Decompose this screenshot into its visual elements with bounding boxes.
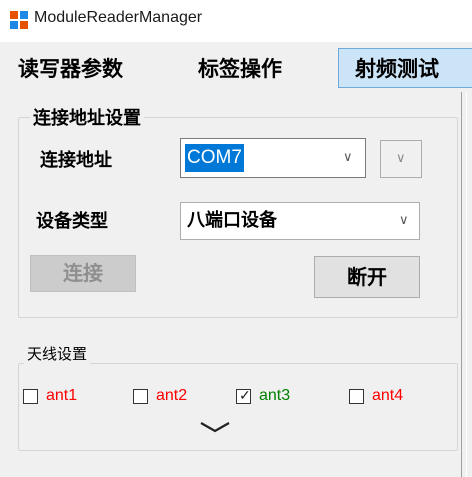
device-type-label: 设备类型 (36, 211, 108, 232)
window-title: ModuleReaderManager (34, 9, 203, 26)
tab-reader-params[interactable]: 读写器参数 (18, 48, 186, 90)
panel-divider-highlight (466, 92, 467, 477)
title-bar: ModuleReaderManager (0, 0, 472, 42)
device-type-value[interactable]: 八端口设备 (187, 209, 277, 233)
chevron-down-icon[interactable]: ∨ (396, 151, 406, 166)
checkmark-icon: ✓ (239, 387, 251, 403)
connect-button[interactable]: 连接 (30, 255, 136, 292)
device-type-combobox[interactable]: 八端口设备 ∨ (180, 202, 420, 240)
connection-group-title: 连接地址设置 (30, 104, 144, 130)
chevron-down-icon[interactable]: ∨ (399, 213, 409, 228)
panel-divider (461, 92, 462, 477)
checkbox-box[interactable] (133, 389, 148, 404)
antenna-label[interactable]: ant4 (372, 387, 403, 405)
antenna-group (18, 363, 458, 451)
disconnect-button[interactable]: 断开 (314, 256, 420, 298)
address-label: 连接地址 (40, 150, 112, 171)
checkbox-box[interactable] (23, 389, 38, 404)
secondary-dropdown[interactable]: ∨ (380, 140, 422, 178)
tab-rf-test[interactable]: 射频测试 (338, 48, 472, 88)
app-icon (10, 11, 28, 29)
antenna-label[interactable]: ant1 (46, 387, 77, 405)
tab-tag-operations[interactable]: 标签操作 (198, 48, 332, 90)
antenna-label[interactable]: ant2 (156, 387, 187, 405)
checkbox-box[interactable] (349, 389, 364, 404)
chevron-down-icon[interactable] (199, 420, 231, 434)
checkbox-box[interactable]: ✓ (236, 387, 251, 404)
address-value[interactable]: COM7 (185, 144, 244, 172)
antenna-label[interactable]: ant3 (259, 387, 290, 405)
chevron-down-icon[interactable]: ∨ (343, 150, 353, 165)
antenna-group-title: 天线设置 (24, 343, 91, 364)
address-combobox[interactable]: COM7 ∨ (180, 138, 366, 178)
